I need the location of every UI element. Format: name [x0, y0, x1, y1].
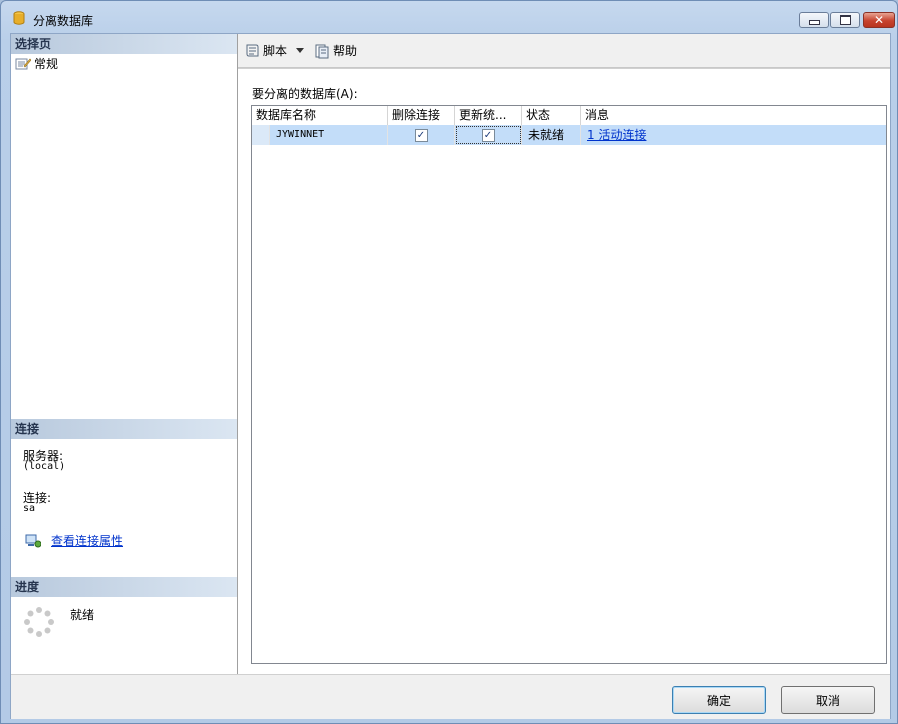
grid-header: 数据库名称 删除连接 更新统... 状态 消息: [252, 106, 886, 126]
status-cell: 未就绪: [522, 125, 581, 145]
active-connections-link[interactable]: 1 活动连接: [587, 128, 646, 142]
window-title: 分离数据库: [33, 14, 94, 28]
column-header-status[interactable]: 状态: [522, 106, 581, 125]
toolbar: 脚本 帮助: [238, 34, 890, 68]
detach-database-dialog: 分离数据库 ✕ 选择页 常规 连接 服务器: (local) 连接: sa 查看…: [0, 0, 898, 724]
maximize-button[interactable]: [830, 12, 860, 28]
progress-spinner-icon: [24, 607, 54, 637]
column-header-drop-connections[interactable]: 删除连接: [388, 106, 455, 125]
progress-header: 进度: [11, 577, 237, 597]
connection-header: 连接: [11, 419, 237, 439]
help-label: 帮助: [333, 44, 358, 58]
select-page-header: 选择页: [11, 34, 237, 54]
databases-grid[interactable]: 数据库名称 删除连接 更新统... 状态 消息 JYWINNET ✓ ✓ 未就绪…: [251, 105, 887, 664]
dialog-client-area: 选择页 常规 连接 服务器: (local) 连接: sa 查看连接属性 进度 …: [10, 33, 891, 719]
left-pane: 选择页 常规 连接 服务器: (local) 连接: sa 查看连接属性 进度 …: [11, 34, 238, 674]
update-statistics-checkbox[interactable]: ✓: [481, 129, 495, 142]
progress-status: 就绪: [70, 608, 95, 622]
drop-connections-cell: ✓: [388, 125, 455, 145]
title-bar[interactable]: 分离数据库 ✕: [1, 1, 897, 33]
script-button[interactable]: 脚本: [244, 42, 305, 59]
help-button[interactable]: 帮助: [314, 42, 357, 59]
grid-label: 要分离的数据库(A):: [252, 87, 358, 101]
right-pane: 脚本 帮助 要分离的数据库(A): 数据库名称 删除连接 更新统... 状态 消…: [238, 34, 890, 675]
content-area: 要分离的数据库(A): 数据库名称 删除连接 更新统... 状态 消息 JYWI…: [238, 68, 890, 675]
view-connection-properties[interactable]: 查看连接属性: [25, 532, 123, 549]
page-item-general[interactable]: 常规: [15, 55, 58, 72]
connection-value: sa: [23, 503, 36, 514]
minimize-button[interactable]: [799, 12, 829, 28]
column-header-message[interactable]: 消息: [581, 106, 886, 125]
help-icon: [315, 44, 329, 58]
message-cell: 1 活动连接: [581, 125, 886, 145]
database-name-cell: JYWINNET: [270, 125, 388, 145]
close-icon: ✕: [873, 13, 885, 27]
connection-properties-icon: [25, 534, 41, 547]
column-header-database-name[interactable]: 数据库名称: [252, 106, 388, 125]
table-row[interactable]: JYWINNET ✓ ✓ 未就绪 1 活动连接: [252, 125, 886, 145]
script-icon: [246, 44, 259, 56]
maximize-icon: [839, 15, 851, 25]
column-header-update-statistics[interactable]: 更新统...: [455, 106, 522, 125]
row-header: [252, 125, 270, 145]
view-connection-properties-link[interactable]: 查看连接属性: [51, 532, 123, 549]
ok-button[interactable]: 确定: [672, 686, 766, 714]
cancel-button[interactable]: 取消: [781, 686, 875, 714]
drop-connections-checkbox[interactable]: ✓: [414, 129, 428, 142]
page-item-label: 常规: [34, 57, 59, 71]
close-button[interactable]: ✕: [863, 12, 895, 28]
dialog-footer: 确定 取消: [11, 674, 890, 719]
update-statistics-cell: ✓: [455, 125, 522, 145]
database-icon: [13, 11, 25, 25]
minimize-icon: [808, 20, 820, 25]
general-page-icon: [15, 58, 31, 69]
chevron-down-icon[interactable]: [296, 48, 305, 53]
script-label: 脚本: [263, 44, 288, 58]
server-value: (local): [23, 461, 66, 472]
